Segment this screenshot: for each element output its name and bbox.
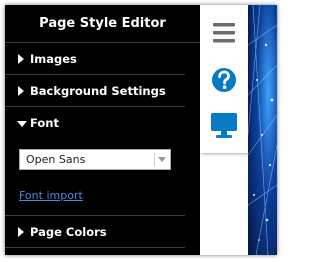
- expand-arrow-icon: [18, 54, 24, 64]
- section-page-colors-label: Page Colors: [30, 225, 107, 239]
- section-images[interactable]: Images: [5, 43, 185, 75]
- style-editor-panel: Page Style Editor Images Background Sett…: [5, 5, 200, 255]
- monitor-icon: [211, 113, 237, 138]
- section-background-settings[interactable]: Background Settings: [5, 75, 185, 107]
- select-divider: [154, 153, 155, 166]
- font-import-link[interactable]: Font import: [19, 189, 83, 202]
- font-select-value: Open Sans: [26, 153, 86, 166]
- section-page-colors[interactable]: Page Colors: [5, 215, 185, 248]
- help-button[interactable]: [200, 57, 248, 101]
- collapse-arrow-icon: [17, 121, 27, 127]
- hamburger-menu-icon: [213, 23, 235, 43]
- section-background-settings-label: Background Settings: [30, 84, 166, 98]
- menu-button[interactable]: [200, 11, 248, 55]
- page-style-editor-window: Page Style Editor Images Background Sett…: [5, 5, 277, 255]
- chevron-down-icon: [158, 157, 166, 162]
- expand-arrow-icon: [18, 227, 24, 237]
- section-font[interactable]: Font: [5, 107, 185, 139]
- side-toolbar: [200, 5, 248, 153]
- panel-title: Page Style Editor: [5, 5, 200, 43]
- section-images-label: Images: [30, 52, 77, 66]
- font-family-select[interactable]: Open Sans: [19, 149, 171, 170]
- section-font-label: Font: [30, 116, 59, 130]
- help-icon: [212, 68, 236, 92]
- expand-arrow-icon: [18, 86, 24, 96]
- desktop-view-button[interactable]: [200, 103, 248, 147]
- background-image-preview: [247, 5, 277, 255]
